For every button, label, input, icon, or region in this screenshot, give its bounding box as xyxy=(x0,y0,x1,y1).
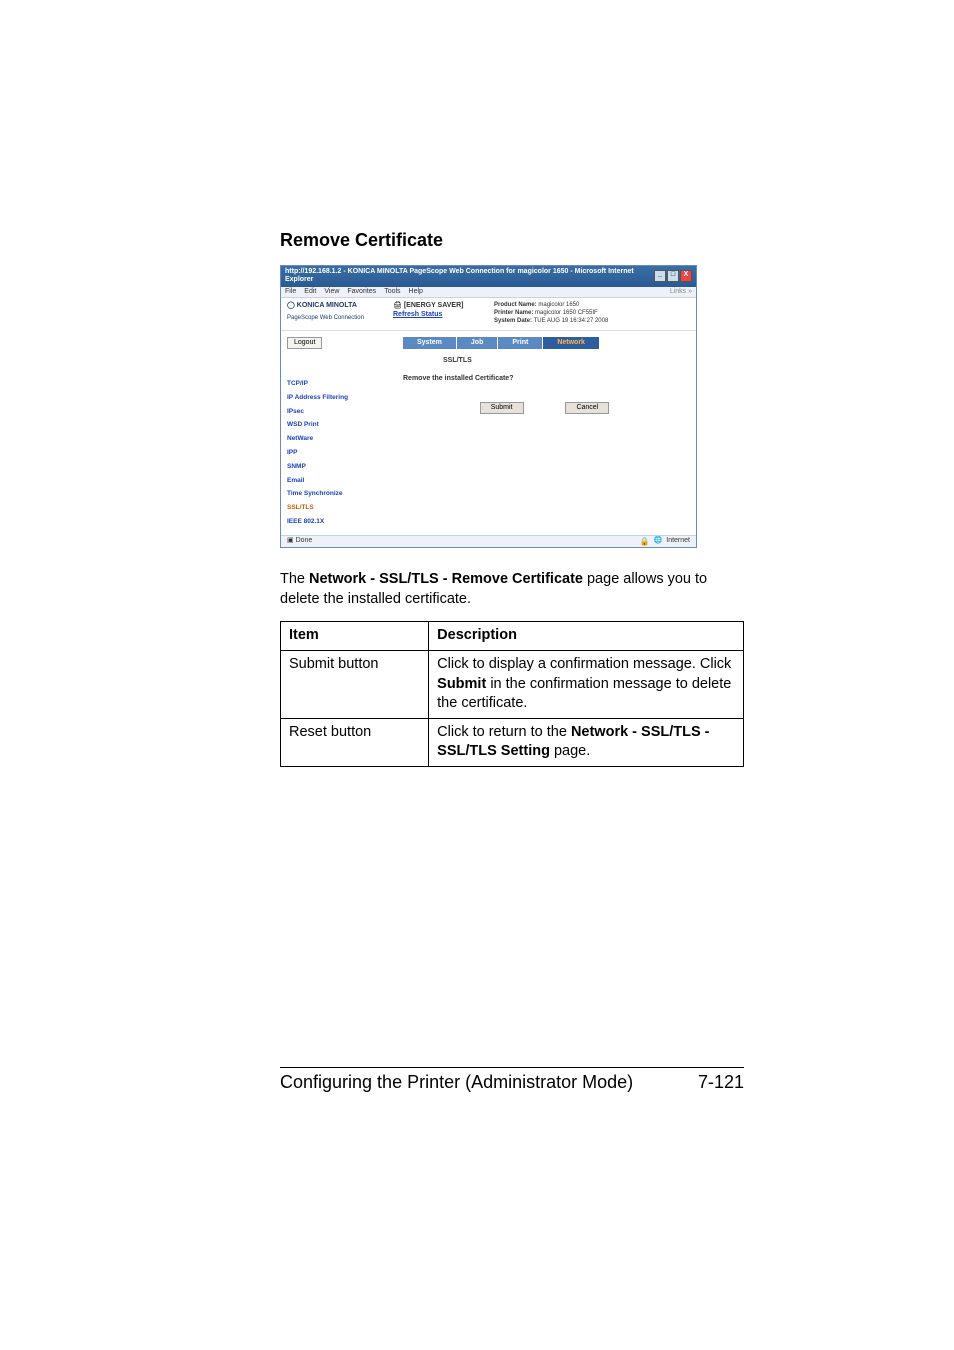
window-maximize-icon[interactable]: □ xyxy=(667,270,679,282)
table-header-description: Description xyxy=(429,622,744,651)
energy-saver-label: [ENERGY SAVER] xyxy=(404,302,464,309)
logout-button[interactable]: Logout xyxy=(287,337,322,349)
brand-logo: ◯ KONICA MINOLTA xyxy=(287,302,387,310)
brand-subtitle: PageScope Web Connection xyxy=(287,315,387,322)
browser-menu-bar: File Edit View Favorites Tools Help Link… xyxy=(281,287,696,298)
menu-edit[interactable]: Edit xyxy=(304,288,316,296)
refresh-status-link[interactable]: Refresh Status xyxy=(393,311,442,318)
sidebar-item-ieee8021x[interactable]: IEEE 802.1X xyxy=(287,515,387,529)
sidebar-item-time-sync[interactable]: Time Synchronize xyxy=(287,487,387,501)
table-row: Reset button Click to return to the Netw… xyxy=(281,718,744,766)
tab-print[interactable]: Print xyxy=(498,337,543,349)
product-info: Product Name: magicolor 1650 Printer Nam… xyxy=(494,302,608,325)
tab-system[interactable]: System xyxy=(403,337,457,349)
remove-cert-question: Remove the installed Certificate? xyxy=(403,375,686,383)
window-title-bar: http://192.168.1.2 - KONICA MINOLTA Page… xyxy=(281,266,696,287)
menu-favorites[interactable]: Favorites xyxy=(347,288,376,296)
desc-reset: Click to return to the Network - SSL/TLS… xyxy=(429,718,744,766)
menu-tools[interactable]: Tools xyxy=(384,288,400,296)
sidebar-item-ipp[interactable]: IPP xyxy=(287,446,387,460)
lock-icon: 🔒 xyxy=(640,537,650,547)
window-title-text: http://192.168.1.2 - KONICA MINOLTA Page… xyxy=(285,268,654,285)
status-zone: Internet xyxy=(666,537,690,545)
tab-job[interactable]: Job xyxy=(457,337,498,349)
page-description: The Network - SSL/TLS - Remove Certifica… xyxy=(280,570,744,609)
table-header-item: Item xyxy=(281,622,429,651)
sidebar-item-ip-filtering[interactable]: IP Address Filtering xyxy=(287,391,387,405)
window-close-icon[interactable]: X xyxy=(680,270,692,282)
window-minimize-icon[interactable]: _ xyxy=(654,270,666,282)
cancel-button[interactable]: Cancel xyxy=(565,402,609,414)
sidebar-item-snmp[interactable]: SNMP xyxy=(287,460,387,474)
footer-section: Configuring the Printer (Administrator M… xyxy=(280,1072,633,1093)
sidebar-item-tcpip[interactable]: TCP/IP xyxy=(287,377,387,391)
submit-button[interactable]: Submit xyxy=(480,402,524,414)
printer-icon: 🖨 [ENERGY SAVER] xyxy=(393,302,488,310)
item-reset: Reset button xyxy=(281,718,429,766)
internet-zone-icon: 🌐 xyxy=(654,537,663,545)
network-side-nav: TCP/IP IP Address Filtering IPsec WSD Pr… xyxy=(287,377,387,529)
menu-help[interactable]: Help xyxy=(409,288,423,296)
page-footer: Configuring the Printer (Administrator M… xyxy=(280,1067,744,1093)
sidebar-item-netware[interactable]: NetWare xyxy=(287,432,387,446)
content-subheading: SSL/TLS xyxy=(443,357,686,365)
table-row: Submit button Click to display a confirm… xyxy=(281,651,744,719)
section-heading: Remove Certificate xyxy=(280,230,744,251)
status-done: ▣ Done xyxy=(287,537,312,545)
sidebar-item-wsd-print[interactable]: WSD Print xyxy=(287,418,387,432)
menu-view[interactable]: View xyxy=(324,288,339,296)
definition-table: Item Description Submit button Click to … xyxy=(280,621,744,766)
tab-network[interactable]: Network xyxy=(543,337,600,349)
sidebar-item-ipsec[interactable]: IPsec xyxy=(287,405,387,419)
browser-window: http://192.168.1.2 - KONICA MINOLTA Page… xyxy=(280,265,697,548)
menu-file[interactable]: File xyxy=(285,288,296,296)
sidebar-item-email[interactable]: Email xyxy=(287,474,387,488)
item-submit: Submit button xyxy=(281,651,429,719)
footer-page-number: 7-121 xyxy=(698,1072,744,1093)
browser-status-bar: ▣ Done 🔒 🌐 Internet xyxy=(281,535,696,548)
main-tabs: System Job Print Network xyxy=(403,337,686,349)
sidebar-item-ssl-tls[interactable]: SSL/TLS xyxy=(287,501,387,515)
menu-links[interactable]: Links » xyxy=(670,288,692,296)
desc-submit: Click to display a confirmation message.… xyxy=(429,651,744,719)
